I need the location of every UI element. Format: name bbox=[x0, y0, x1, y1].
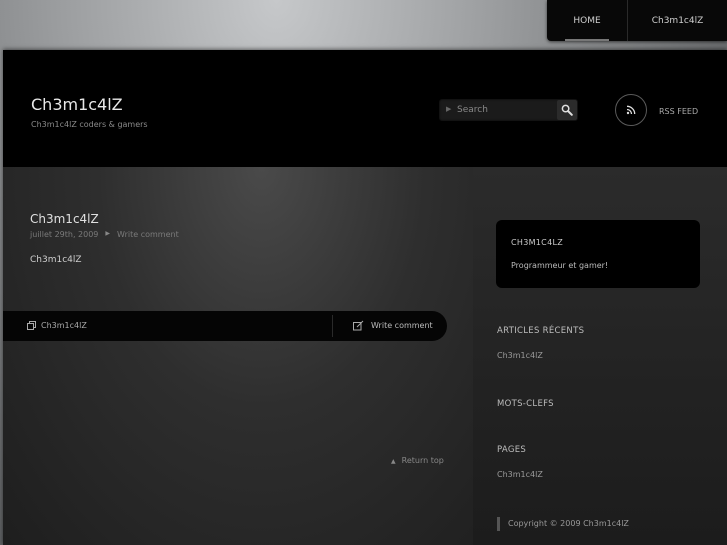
divider bbox=[332, 315, 333, 337]
post-meta: juillet 29th, 2009 ▶ Write comment bbox=[30, 230, 179, 239]
arrow-right-icon: ▶ bbox=[105, 230, 111, 237]
post-footer-bar: Ch3m1c4lZ Write comment bbox=[3, 311, 447, 341]
search-icon bbox=[561, 104, 573, 116]
copyright: Copyright © 2009 Ch3m1c4lZ bbox=[497, 517, 629, 531]
nav-item-home[interactable]: HOME bbox=[547, 0, 628, 41]
search-box: ▶ bbox=[439, 99, 578, 121]
search-input[interactable] bbox=[457, 102, 547, 118]
return-top-label: Return top bbox=[401, 456, 444, 465]
edit-icon bbox=[353, 320, 364, 331]
site-title[interactable]: Ch3m1c4lZ bbox=[31, 95, 123, 114]
site-description: Ch3m1c4lZ coders & gamers bbox=[31, 120, 148, 129]
rss-feed-link[interactable]: RSS FEED bbox=[659, 107, 698, 116]
arrow-up-icon: ▲ bbox=[391, 458, 396, 465]
rss-icon bbox=[626, 105, 636, 115]
search-button[interactable] bbox=[557, 100, 577, 120]
about-text: Programmeur et gamer! bbox=[511, 261, 609, 270]
pages-heading: PAGES bbox=[497, 445, 527, 455]
about-heading: CH3M1C4LZ bbox=[511, 238, 563, 247]
page-link[interactable]: Ch3m1c4lZ bbox=[497, 470, 543, 479]
rss-button[interactable] bbox=[615, 94, 647, 126]
post-category-link[interactable]: Ch3m1c4lZ bbox=[41, 321, 87, 330]
return-top-link[interactable]: ▲ Return top bbox=[391, 456, 444, 465]
main-content: Ch3m1c4lZ juillet 29th, 2009 ▶ Write com… bbox=[3, 167, 473, 545]
post-date: juillet 29th, 2009 bbox=[30, 230, 99, 239]
about-widget: CH3M1C4LZ Programmeur et gamer! bbox=[496, 220, 700, 288]
recent-post-link[interactable]: Ch3m1c4lZ bbox=[497, 351, 543, 360]
nav-item-ch3m1c4lz[interactable]: Ch3m1c4lZ bbox=[628, 0, 727, 41]
top-navigation: HOME Ch3m1c4lZ bbox=[547, 0, 727, 41]
page-wrapper: Ch3m1c4lZ Ch3m1c4lZ coders & gamers ▶ RS… bbox=[3, 50, 727, 545]
site-header: Ch3m1c4lZ Ch3m1c4lZ coders & gamers ▶ RS… bbox=[3, 50, 727, 167]
sidebar: CH3M1C4LZ Programmeur et gamer! ARTICLES… bbox=[473, 167, 727, 545]
write-comment-link[interactable]: Write comment bbox=[371, 321, 433, 330]
arrow-right-icon: ▶ bbox=[446, 105, 452, 113]
tags-heading: MOTS-CLEFS bbox=[497, 399, 554, 409]
post-body: Ch3m1c4lZ bbox=[30, 255, 82, 265]
folder-icon bbox=[27, 321, 36, 330]
recent-posts-heading: ARTICLES RÉCENTS bbox=[497, 326, 585, 336]
post-title[interactable]: Ch3m1c4lZ bbox=[30, 212, 99, 226]
comment-link[interactable]: Write comment bbox=[117, 230, 179, 239]
